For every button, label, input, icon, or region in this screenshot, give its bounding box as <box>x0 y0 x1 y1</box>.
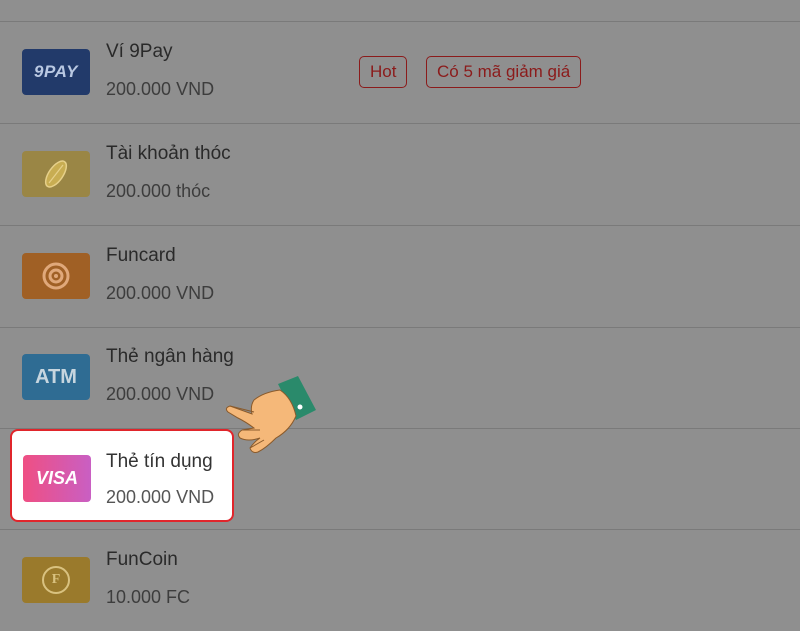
payment-option-name: Ví 9Pay <box>106 41 173 62</box>
rice-grain-icon <box>22 151 90 197</box>
funcard-swirl-icon <box>22 253 90 299</box>
payment-option-credit-card[interactable]: VISA Thẻ tín dụng 200.000 VND <box>10 429 234 522</box>
payment-option-name: Thẻ tín dụng <box>106 451 213 472</box>
visa-logo-icon: VISA <box>23 455 91 502</box>
payment-option-name: Funcard <box>106 245 176 266</box>
9pay-logo-icon: 9PAY <box>22 49 90 95</box>
promo-badge[interactable]: Có 5 mã giảm giá <box>426 56 582 88</box>
payment-option-amount: 200.000 VND <box>106 283 215 303</box>
funcoin-symbol: F <box>42 566 70 594</box>
hot-badge: Hot <box>359 56 408 88</box>
funcoin-icon: F <box>22 557 90 603</box>
payment-option-name: Thẻ ngân hàng <box>106 346 234 367</box>
payment-option-amount: 200.000 thóc <box>106 181 211 201</box>
pointing-hand-icon <box>220 372 320 462</box>
payment-option-amount: 200.000 VND <box>106 79 215 99</box>
payment-option-thoc[interactable]: Tài khoản thóc 200.000 thóc <box>0 124 800 226</box>
payment-option-funcoin[interactable]: F FunCoin 10.000 FC <box>0 530 800 631</box>
payment-option-amount: 200.000 VND <box>106 487 215 507</box>
payment-option-amount: 10.000 FC <box>106 587 191 607</box>
atm-logo-icon: ATM <box>22 354 90 400</box>
payment-option-funcard[interactable]: Funcard 200.000 VND <box>0 226 800 328</box>
payment-option-9pay[interactable]: 9PAY Ví 9Pay 200.000 VND Hot Có 5 mã giả… <box>0 22 800 124</box>
payment-option-name: FunCoin <box>106 549 178 570</box>
payment-option-atm[interactable]: ATM Thẻ ngân hàng 200.000 VND <box>0 327 800 429</box>
payment-option-name: Tài khoản thóc <box>106 143 231 164</box>
payment-option-amount: 200.000 VND <box>106 384 215 404</box>
